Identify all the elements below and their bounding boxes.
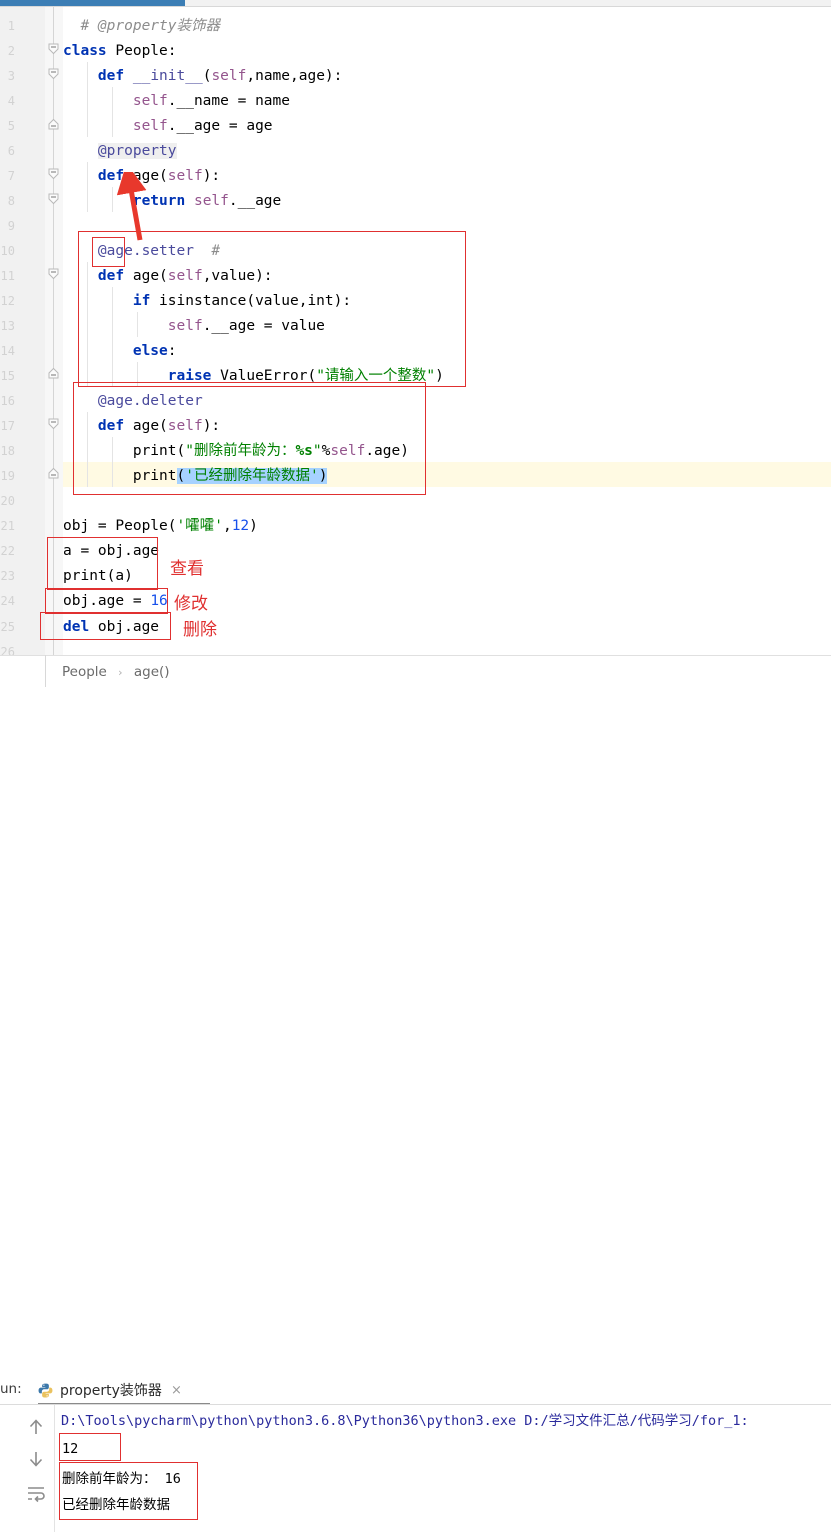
- breadcrumb-separator-icon: ›: [118, 666, 123, 679]
- fold-collapse-icon[interactable]: [46, 191, 61, 206]
- breadcrumb[interactable]: People › age(): [0, 655, 831, 689]
- annotation-label-delete: 删除: [183, 620, 217, 640]
- run-tab[interactable]: property装饰器 ×: [38, 1375, 182, 1405]
- code-line: def age(self):: [97, 418, 221, 434]
- fold-collapse-icon[interactable]: [46, 266, 61, 281]
- comment-token: # @property装饰器: [63, 18, 220, 34]
- line-number: 15: [0, 369, 15, 383]
- code-line: obj = People('嚯嚯',12): [63, 518, 258, 534]
- fold-end-icon[interactable]: [46, 466, 61, 481]
- code-line: @age.deleter: [97, 393, 203, 409]
- line-number: 6: [7, 144, 15, 158]
- scroll-down-icon[interactable]: [24, 1447, 48, 1471]
- breadcrumb-divider: [45, 655, 46, 687]
- line-number: 22: [0, 544, 15, 558]
- code-line: self.__age = value: [167, 318, 325, 334]
- line-number: 1: [7, 19, 15, 33]
- code-line: def __init__(self,name,age):: [97, 68, 343, 84]
- python-icon: [38, 1383, 53, 1398]
- code-line: if isinstance(value,int):: [132, 293, 352, 309]
- line-number: 9: [7, 219, 15, 233]
- code-line: raise ValueError("请输入一个整数"): [167, 368, 444, 384]
- code-line: @age.setter #: [97, 243, 221, 259]
- breadcrumb-class[interactable]: People: [62, 664, 107, 680]
- fold-collapse-icon[interactable]: [46, 41, 61, 56]
- line-number-gutter: 1 2 3 4 5 6 7 8 9 10 11 12 13 14 15 16 17 18 19 20 21 22 23 24 2…: [0, 7, 46, 655]
- code-editor[interactable]: 1 2 3 4 5 6 7 8 9 10 11 12 13 14 15 16 17 18 19 20 21 22 23 24 2…: [0, 7, 831, 655]
- close-icon[interactable]: ×: [171, 1383, 182, 1398]
- line-number: 17: [0, 419, 15, 433]
- line-number: 26: [0, 645, 15, 655]
- run-console-output[interactable]: D:\Tools\pycharm\python\python3.6.8\Pyth…: [55, 1405, 831, 1532]
- line-number: 12: [0, 294, 15, 308]
- line-number: 10: [0, 244, 15, 258]
- code-line: a = obj.age: [63, 543, 160, 559]
- fold-collapse-icon[interactable]: [46, 416, 61, 431]
- code-line: self.__age = age: [132, 118, 273, 134]
- run-tool-window[interactable]: un: property装饰器 × D:\Tools\pycharm\pytho…: [0, 687, 831, 1532]
- fold-collapse-icon[interactable]: [46, 66, 61, 81]
- line-number: 20: [0, 494, 15, 508]
- code-line: print(a): [63, 568, 133, 584]
- line-number: 19: [0, 469, 15, 483]
- fold-end-icon[interactable]: [46, 117, 61, 132]
- horizontal-scrollbar[interactable]: [0, 0, 831, 7]
- run-console-toolbar[interactable]: [0, 1405, 55, 1532]
- annotation-label-view: 查看: [170, 559, 204, 579]
- code-line: obj.age = 16: [63, 593, 168, 609]
- code-line: self.__name = name: [132, 93, 290, 109]
- run-tab-title: property装饰器: [60, 1383, 162, 1399]
- line-number: 7: [7, 169, 15, 183]
- scroll-up-icon[interactable]: [24, 1415, 48, 1439]
- run-window-label: un:: [0, 1381, 22, 1397]
- code-line: print('已经删除年龄数据'): [63, 468, 328, 484]
- code-line: del obj.age: [63, 619, 160, 635]
- line-number: 14: [0, 344, 15, 358]
- line-number: 16: [0, 394, 15, 408]
- line-number: 13: [0, 319, 15, 333]
- soft-wrap-icon[interactable]: [24, 1481, 48, 1505]
- code-folding-column[interactable]: [45, 7, 63, 655]
- line-number: 21: [0, 519, 15, 533]
- fold-collapse-icon[interactable]: [46, 166, 61, 181]
- console-line-output-1: 12: [62, 1441, 79, 1457]
- code-line: def age(self,value):: [97, 268, 273, 284]
- line-number: 8: [7, 194, 15, 208]
- fold-end-icon[interactable]: [46, 366, 61, 381]
- code-line: print("删除前年龄为：%s"%self.age): [63, 443, 409, 459]
- line-number: 2: [7, 44, 15, 58]
- line-number: 3: [7, 69, 15, 83]
- code-line: # @property装饰器: [63, 14, 220, 39]
- line-number: 25: [0, 620, 15, 634]
- code-line: def age(self):: [97, 168, 221, 184]
- annotation-label-modify: 修改: [174, 594, 208, 614]
- line-number: 23: [0, 569, 15, 583]
- line-number: 24: [0, 594, 15, 608]
- code-line: class People:: [63, 43, 177, 59]
- fold-guide-line: [53, 7, 54, 655]
- console-line-command: D:\Tools\pycharm\python\python3.6.8\Pyth…: [61, 1413, 749, 1429]
- line-number: 5: [7, 119, 15, 133]
- breadcrumb-method[interactable]: age(): [134, 664, 170, 680]
- code-line: return self.__age: [132, 193, 282, 209]
- console-line-output-3: 已经删除年龄数据: [62, 1497, 170, 1513]
- code-line: else:: [132, 343, 177, 359]
- line-number: 11: [0, 269, 15, 283]
- line-number: 4: [7, 94, 15, 108]
- code-line: @property: [97, 143, 177, 159]
- line-number: 18: [0, 444, 15, 458]
- console-line-output-2: 删除前年龄为： 16: [62, 1471, 181, 1487]
